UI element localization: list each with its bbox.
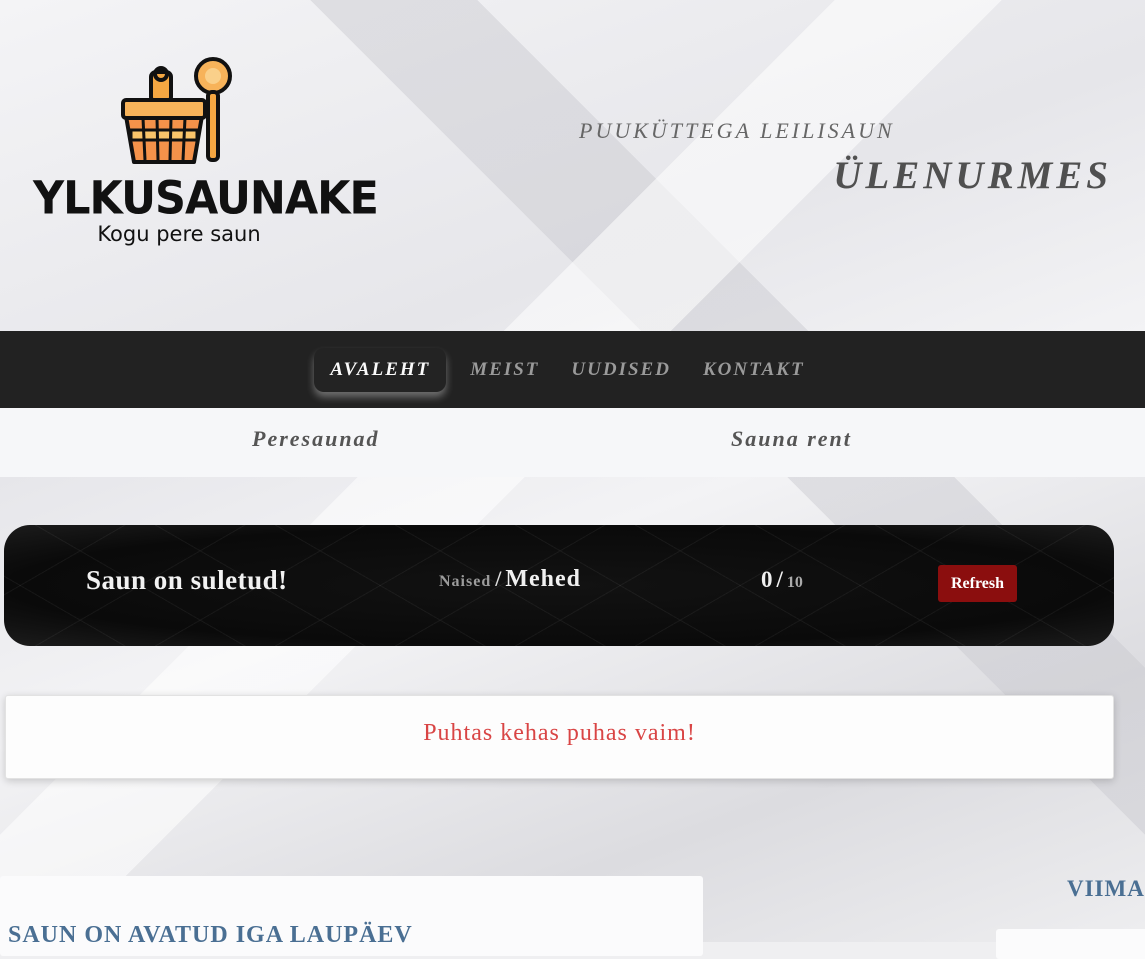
logo-title: YLKUSAUNAKE — [33, 172, 379, 226]
subnav-item-peresaunad[interactable]: Peresaunad — [252, 426, 380, 452]
status-message: Saun on suletud! — [86, 565, 288, 595]
announcement-title: SAUN ON AVATUD IGA LAUPÄEV — [8, 922, 413, 948]
count-max: 10 — [786, 574, 803, 591]
count-current: 0 — [761, 567, 773, 592]
nav-item-uudised[interactable]: UUDISED — [555, 348, 687, 392]
site-tagline: PUUKÜTTEGA LEILISAUN — [579, 118, 895, 143]
sauna-status-bar: Saun on suletud! Naised / Mehed 0 / 10 R… — [4, 525, 1114, 646]
sauna-bucket-ladle-icon — [121, 57, 232, 164]
latest-section-title: VIIMA — [1067, 876, 1145, 901]
announcement-card: SAUN ON AVATUD IGA LAUPÄEV — [0, 876, 703, 956]
nav-item-kontakt[interactable]: KONTAKT — [687, 348, 821, 392]
nav-item-meist[interactable]: MEIST — [454, 348, 555, 392]
main-nav: AVALEHT MEIST UUDISED KONTAKT — [0, 331, 1145, 408]
subnav-item-sauna-rent[interactable]: Sauna rent — [731, 426, 852, 452]
nav-item-avaleht[interactable]: AVALEHT — [314, 347, 447, 392]
gender-indicator: Naised / Mehed — [439, 566, 581, 593]
site-location: ÜLENURMES — [833, 154, 1112, 197]
latest-card — [996, 929, 1145, 959]
gender-women-label: Naised — [439, 573, 492, 590]
refresh-button[interactable]: Refresh — [938, 565, 1017, 602]
motto-text: Puhtas kehas puhas vaim! — [423, 720, 696, 746]
sub-nav: Peresaunad Sauna rent — [0, 408, 1145, 477]
logo-subtitle: Kogu pere saun — [97, 222, 261, 246]
count-separator: / — [776, 567, 783, 592]
gender-separator: / — [495, 566, 502, 591]
motto-banner: Puhtas kehas puhas vaim! — [5, 695, 1114, 779]
site-logo[interactable]: YLKUSAUNAKE Kogu pere saun — [30, 54, 379, 254]
gender-men-label: Mehed — [505, 566, 582, 592]
visitor-count: 0 / 10 — [761, 567, 803, 593]
